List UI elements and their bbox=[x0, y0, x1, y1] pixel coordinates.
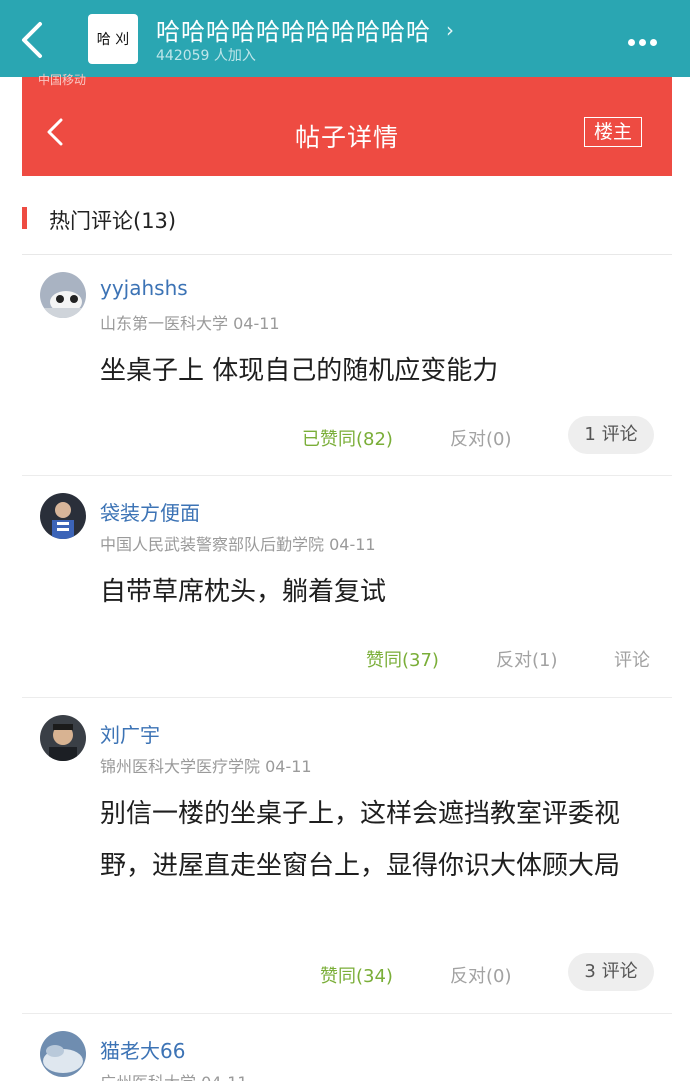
avatar[interactable] bbox=[40, 1031, 86, 1077]
comment-count-button[interactable]: 3 评论 bbox=[568, 953, 654, 991]
username[interactable]: yyjahshs bbox=[100, 276, 188, 300]
page-title: 帖子详情 bbox=[294, 123, 399, 152]
like-button[interactable]: 赞同(34) bbox=[320, 962, 393, 988]
comment-button[interactable]: 评论 bbox=[614, 646, 650, 672]
comment-text: 自带草席枕头，躺着复试 bbox=[100, 577, 387, 607]
section-accent-bar bbox=[22, 207, 27, 229]
like-button[interactable]: 赞同(37) bbox=[366, 646, 439, 672]
comment-meta: 锦州医科大学医疗学院 04-11 bbox=[100, 757, 312, 776]
avatar[interactable] bbox=[40, 715, 86, 761]
comment-item: 猫老大66 广州医科大学 04-11 bbox=[22, 1013, 672, 1081]
title-chevron-icon[interactable]: › bbox=[446, 18, 454, 42]
comment-meta: 广州医科大学 04-11 bbox=[100, 1069, 248, 1081]
post-detail-header: 中国移动 帖子详情 楼主 bbox=[22, 73, 672, 176]
comment-meta: 中国人民武装警察部队后勤学院 04-11 bbox=[100, 535, 376, 554]
group-top-bar: 哈 刈 哈哈哈哈哈哈哈哈哈哈哈 › 442059 人加入 bbox=[0, 0, 690, 77]
comment-item: yyjahshs 山东第一医科大学 04-11 坐桌子上 体现自己的随机应变能力… bbox=[22, 254, 672, 476]
group-member-count: 442059 人加入 bbox=[156, 48, 256, 64]
carrier-label: 中国移动 bbox=[38, 73, 87, 87]
oppose-button[interactable]: 反对(0) bbox=[450, 425, 512, 451]
username[interactable]: 刘广宇 bbox=[100, 719, 160, 748]
avatar[interactable] bbox=[40, 272, 86, 318]
username[interactable]: 袋装方便面 bbox=[100, 497, 200, 526]
louzhu-button[interactable]: 楼主 bbox=[584, 117, 642, 147]
oppose-button[interactable]: 反对(1) bbox=[496, 646, 558, 672]
comment-text: 别信一楼的坐桌子上，这样会遮挡教室评委视野，进屋直走坐窗台上，显得你识大体顾大局 bbox=[100, 799, 621, 881]
more-dots-icon[interactable] bbox=[628, 31, 664, 46]
comment-count-button[interactable]: 1 评论 bbox=[568, 416, 654, 454]
username[interactable]: 猫老大66 bbox=[100, 1035, 185, 1064]
group-title[interactable]: 哈哈哈哈哈哈哈哈哈哈哈 bbox=[156, 12, 431, 47]
like-button[interactable]: 已赞同(82) bbox=[302, 425, 393, 451]
chevron-left-icon[interactable] bbox=[18, 20, 48, 60]
comment-text: 坐桌子上 体现自己的随机应变能力 bbox=[100, 356, 499, 386]
avatar[interactable] bbox=[40, 493, 86, 539]
section-title: 热门评论(13) bbox=[49, 209, 177, 233]
comment-item: 袋装方便面 中国人民武装警察部队后勤学院 04-11 自带草席枕头，躺着复试 赞… bbox=[22, 475, 672, 698]
group-logo[interactable]: 哈 刈 bbox=[88, 14, 138, 64]
hot-comments-heading: 热门评论(13) bbox=[22, 176, 672, 255]
oppose-button[interactable]: 反对(0) bbox=[450, 962, 512, 988]
comment-meta: 山东第一医科大学 04-11 bbox=[100, 314, 280, 333]
comment-item: 刘广宇 锦州医科大学医疗学院 04-11 别信一楼的坐桌子上，这样会遮挡教室评委… bbox=[22, 697, 672, 1014]
